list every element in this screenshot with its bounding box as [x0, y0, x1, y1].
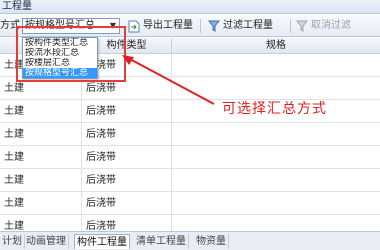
table-cell: 后浇带: [82, 77, 172, 100]
column-header-spec[interactable]: 规格: [172, 38, 380, 54]
table-cell: 土建: [0, 146, 82, 169]
table-cell: 土建: [0, 192, 82, 215]
table-cell: [172, 215, 380, 231]
table-cell: 后浇带: [82, 192, 172, 215]
cancel-filter-button[interactable]: 取消过滤: [296, 18, 351, 34]
toolbar-divider: [200, 19, 201, 33]
export-icon: [128, 20, 140, 32]
table-cell: [172, 77, 380, 100]
filter-quantity-button[interactable]: 过滤工程量: [208, 18, 273, 34]
table-cell: 土建: [0, 169, 82, 192]
dropdown-option-by-component-type[interactable]: 按构件类型汇总: [23, 38, 97, 48]
table-row[interactable]: 土建 后浇带: [0, 169, 380, 192]
table-cell: 后浇带: [82, 123, 172, 146]
table-row[interactable]: 土建 后浇带: [0, 123, 380, 146]
table-cell: 土建: [0, 123, 82, 146]
export-quantity-label: 导出工程量: [143, 20, 193, 31]
table-row[interactable]: 土建 后浇带: [0, 215, 380, 231]
toolbar: 方式 按规格型号汇总 ▼ 导出工程量 过滤工程量 取消过滤: [0, 15, 380, 37]
mode-label: 方式: [0, 20, 20, 31]
table-cell: [172, 54, 380, 77]
dropdown-option-by-floor[interactable]: 按楼层汇总: [23, 58, 97, 68]
table-cell: 土建: [0, 215, 82, 231]
tab-bill-quantity[interactable]: 清单工程量: [134, 234, 189, 249]
table-cell: 土建: [0, 100, 82, 123]
dropdown-option-by-flow-section[interactable]: 按流水段汇总: [23, 48, 97, 58]
table-cell: [172, 192, 380, 215]
callout-annotation-text: 可选择汇总方式: [222, 101, 327, 117]
export-quantity-button[interactable]: 导出工程量: [128, 18, 193, 34]
tab-material-quantity[interactable]: 物资量: [194, 234, 229, 249]
grid-body: 土建 后浇带 土建 后浇带 土建 后浇带 土建 后浇带 土建 后浇带 土建 后浇带 土建 后浇…: [0, 54, 380, 231]
cancel-filter-icon: [296, 20, 308, 32]
tab-component-quantity[interactable]: 构件工程量: [74, 234, 130, 249]
tab-plan[interactable]: 计划: [0, 234, 25, 249]
table-cell: 后浇带: [82, 215, 172, 231]
table-cell: 后浇带: [82, 146, 172, 169]
table-row[interactable]: 土建 后浇带: [0, 146, 380, 169]
tab-animation-management[interactable]: 动画管理: [24, 234, 69, 249]
window-title: 工程量: [0, 0, 380, 14]
table-row[interactable]: 土建 后浇带: [0, 77, 380, 100]
table-cell: [172, 146, 380, 169]
summary-mode-value: 按规格型号汇总: [25, 20, 95, 31]
summary-mode-select[interactable]: 按规格型号汇总 ▼: [22, 18, 120, 34]
dropdown-option-by-spec-model[interactable]: 按规格型号汇总: [23, 68, 97, 78]
filter-quantity-label: 过滤工程量: [223, 20, 273, 31]
chevron-down-icon[interactable]: ▼: [110, 19, 116, 33]
toolbar-divider: [290, 19, 291, 33]
filter-icon: [208, 20, 220, 32]
table-cell: 后浇带: [82, 169, 172, 192]
table-cell: [172, 123, 380, 146]
summary-mode-dropdown: 按构件类型汇总 按流水段汇总 按楼层汇总 按规格型号汇总: [22, 37, 98, 79]
bottom-tab-bar: 计划 动画管理 构件工程量 清单工程量 物资量: [0, 231, 380, 250]
table-cell: 土建: [0, 77, 82, 100]
table-row[interactable]: 土建 后浇带: [0, 192, 380, 215]
table-cell: [172, 169, 380, 192]
table-cell: 后浇带: [82, 100, 172, 123]
cancel-filter-label: 取消过滤: [311, 20, 351, 31]
